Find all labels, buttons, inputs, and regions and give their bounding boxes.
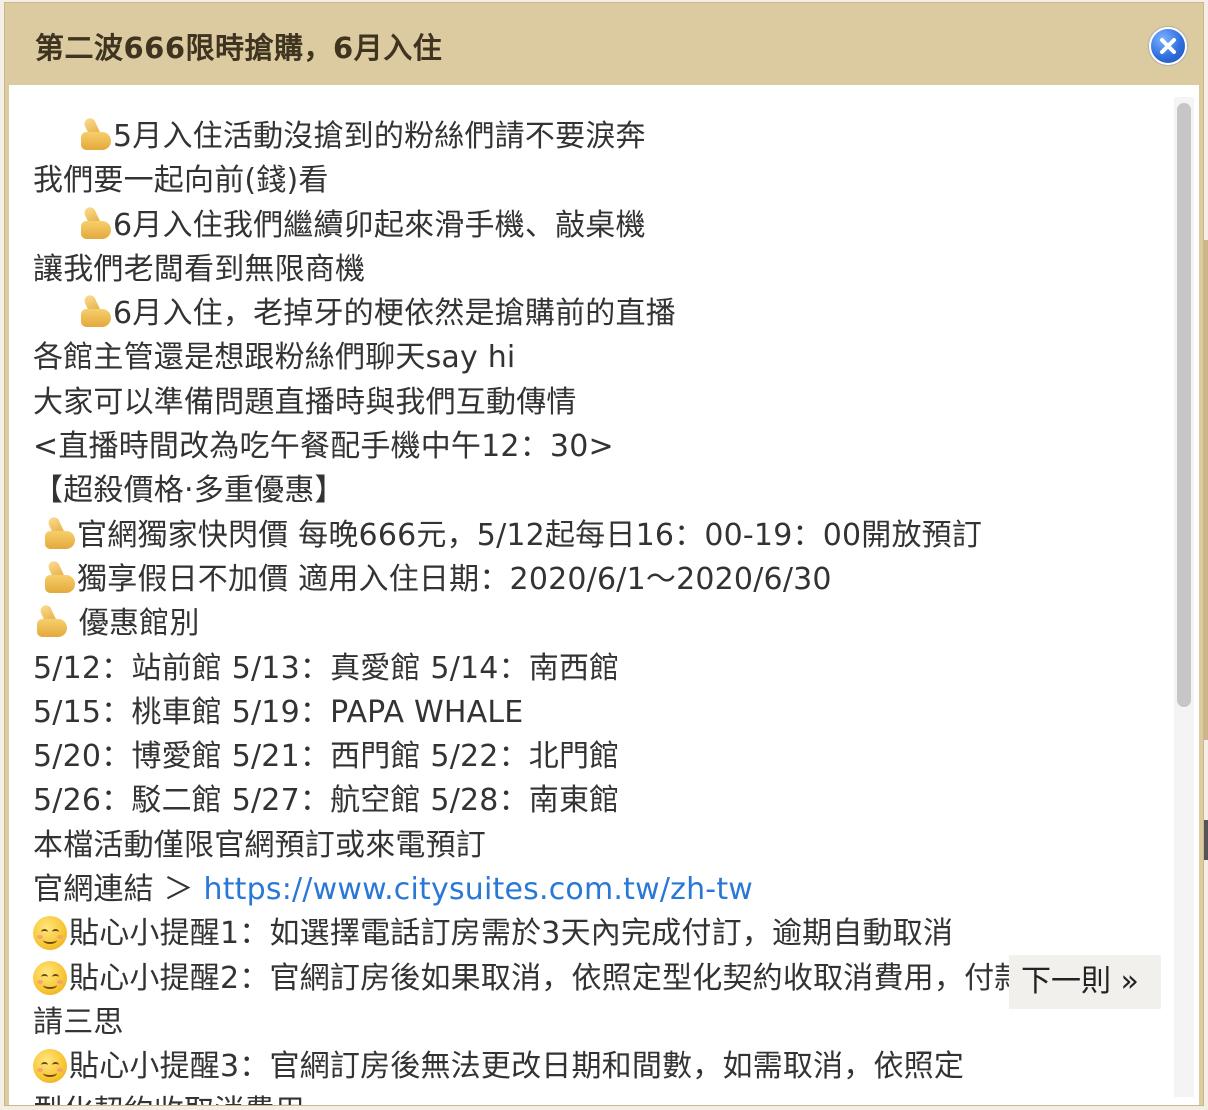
text-line: 6月入住，老掉牙的梗依然是搶購前的直播 xyxy=(33,292,1163,336)
text-line: 貼心小提醒3：官網訂房後無法更改日期和間數，如需取消，依照定 xyxy=(33,1045,1163,1089)
text-line: 官網連結 ＞ https://www.citysuites.com.tw/zh-… xyxy=(33,872,754,908)
text-line: 請三思 xyxy=(33,1004,124,1040)
smiling-face-icon xyxy=(33,1049,67,1084)
text-line: 6月入住我們繼續卯起來滑手機、敲桌機 xyxy=(33,204,1163,248)
dialog-content: 5月入住活動沒搶到的粉絲們請不要淚奔 我們要一起向前(錢)看 6月入住我們繼續卯… xyxy=(9,85,1199,1105)
text-line: 優惠館別 xyxy=(33,602,1163,646)
announcement-text: 5月入住活動沒搶到的粉絲們請不要淚奔 我們要一起向前(錢)看 6月入住我們繼續卯… xyxy=(33,115,1163,1105)
dialog-title: 第二波666限時搶購，6月入住 xyxy=(35,31,443,65)
announcement-dialog: 第二波666限時搶購，6月入住 5月入住活動沒搶到的粉絲們請不要淚奔 我們要一起… xyxy=(4,2,1204,1106)
text-line: 貼心小提醒2：官網訂房後如果取消，依照定型化契約收取消費用，付款前 xyxy=(33,957,1163,1001)
text-line: 各館主管還是想跟粉絲們聊天say hi xyxy=(33,340,516,376)
text-line: 官網獨家快閃價 每晚666元，5/12起每日16：00-19：00開放預訂 xyxy=(33,514,1163,558)
thumbs-up-icon xyxy=(41,515,77,551)
text-line: 讓我們老闆看到無限商機 xyxy=(33,251,366,287)
website-link[interactable]: https://www.citysuites.com.tw/zh-tw xyxy=(203,872,753,907)
text-line: 5/20：博愛館 5/21：西門館 5/22：北門館 xyxy=(33,739,620,775)
text-line: 5/12：站前館 5/13：真愛館 5/14：南西館 xyxy=(33,650,620,686)
thumbs-up-icon xyxy=(41,559,77,595)
scrollbar-thumb[interactable] xyxy=(1177,103,1191,707)
thumbs-up-icon xyxy=(77,293,113,329)
text-line: 本檔活動僅限官網預訂或來電預訂 xyxy=(33,827,486,863)
text-line: 獨享假日不加價 適用入住日期：2020/6/1～2020/6/30 xyxy=(33,558,1163,602)
scrollbar[interactable] xyxy=(1174,97,1194,1097)
close-button[interactable] xyxy=(1149,27,1187,65)
text-line: 我們要一起向前(錢)看 xyxy=(33,163,329,199)
thumbs-up-icon xyxy=(77,116,113,152)
text-line: 【超殺價格‧多重優惠】 xyxy=(33,473,345,509)
close-icon xyxy=(1160,38,1176,54)
text-line: <直播時間改為吃午餐配手機中午12：30> xyxy=(33,429,614,465)
text-line: 5/15：桃車館 5/19：PAPA WHALE xyxy=(33,694,524,730)
next-post-button[interactable]: 下一則 » xyxy=(1009,955,1161,1009)
text-line: 大家可以準備問題直播時與我們互動傳情 xyxy=(33,384,577,420)
smiling-face-icon xyxy=(33,960,67,995)
thumbs-up-icon xyxy=(77,205,113,241)
thumbs-up-icon xyxy=(33,603,69,639)
text-line: 5月入住活動沒搶到的粉絲們請不要淚奔 xyxy=(33,115,1163,159)
dialog-titlebar: 第二波666限時搶購，6月入住 xyxy=(5,3,1203,85)
smiling-face-icon xyxy=(33,916,67,951)
text-line: 型化契約收取消費用 xyxy=(33,1090,1163,1105)
text-line: 5/26：駁二館 5/27：航空館 5/28：南東館 xyxy=(33,783,620,819)
text-line: 貼心小提醒1：如選擇電話訂房需於3天內完成付訂，逾期自動取消 xyxy=(33,912,1163,956)
